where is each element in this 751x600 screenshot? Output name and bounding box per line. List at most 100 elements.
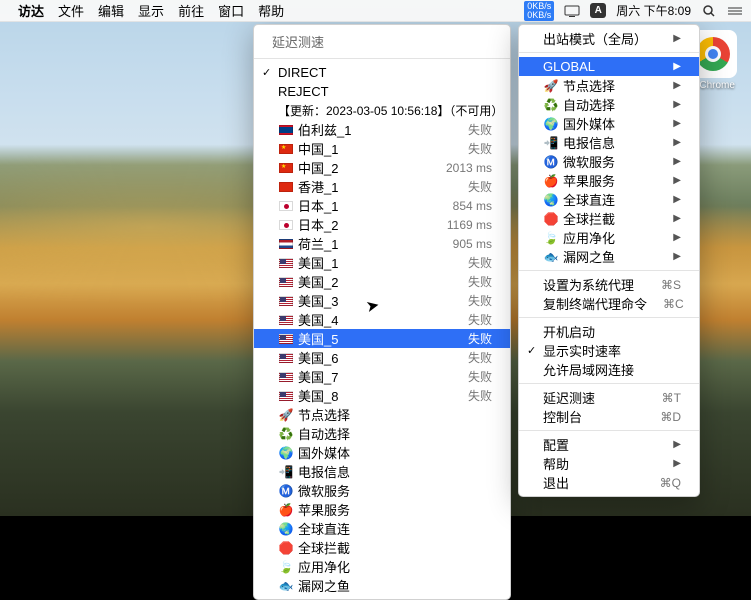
flag-icon bbox=[278, 275, 294, 289]
menu-item-lan[interactable]: 允许局域网连接 bbox=[519, 360, 699, 379]
server-item[interactable]: 美国_5失败 bbox=[254, 329, 510, 348]
group-item[interactable]: 📲电报信息 bbox=[254, 462, 510, 481]
checkmark-icon: ✓ bbox=[262, 66, 271, 79]
group-label: 全球拦截 bbox=[298, 538, 492, 557]
menu-item-boot[interactable]: 开机启动 bbox=[519, 322, 699, 341]
group-item[interactable]: 🌏全球直连▶ bbox=[519, 190, 699, 209]
menu-item-global[interactable]: GLOBAL ▶ bbox=[519, 57, 699, 76]
menu-item-label: DIRECT bbox=[278, 65, 492, 80]
menu-item-console[interactable]: 控制台 ⌘D bbox=[519, 407, 699, 426]
group-icon: 🌍 bbox=[543, 117, 559, 131]
server-item[interactable]: 美国_6失败 bbox=[254, 348, 510, 367]
group-item[interactable]: 🐟漏网之鱼▶ bbox=[519, 247, 699, 266]
server-meta: 905 ms bbox=[453, 237, 492, 251]
server-item[interactable]: 荷兰_1 905 ms bbox=[254, 234, 510, 253]
server-label: 伯利兹_1 bbox=[298, 120, 448, 139]
separator bbox=[519, 430, 699, 431]
menu-item-update[interactable]: 【更新：2023-03-05 10:56:18】（不可用） 失败 bbox=[254, 101, 510, 120]
menu-item-config[interactable]: 配置 ▶ bbox=[519, 435, 699, 454]
server-meta: 失败 bbox=[468, 311, 492, 328]
server-meta: 失败 bbox=[468, 121, 492, 138]
server-item[interactable]: 美国_2失败 bbox=[254, 272, 510, 291]
server-item[interactable]: 美国_8失败 bbox=[254, 386, 510, 405]
shortcut: ⌘T bbox=[662, 391, 681, 405]
menu-item-realtime[interactable]: ✓ 显示实时速率 bbox=[519, 341, 699, 360]
menubar-item[interactable]: 编辑 bbox=[98, 4, 124, 19]
group-item[interactable]: Ⓜ️微软服务▶ bbox=[519, 152, 699, 171]
spotlight-icon[interactable] bbox=[701, 4, 717, 18]
group-item[interactable]: 🍃应用净化 bbox=[254, 557, 510, 576]
group-label: 节点选择 bbox=[298, 405, 492, 424]
menu-item-outbound[interactable]: 出站模式（全局） ▶ bbox=[519, 29, 699, 48]
server-item[interactable]: 伯利兹_1 失败 bbox=[254, 120, 510, 139]
server-item[interactable]: 美国_1失败 bbox=[254, 253, 510, 272]
network-speed-badge[interactable]: 0KB/s 0KB/s bbox=[524, 1, 554, 21]
server-item[interactable]: 美国_3失败 bbox=[254, 291, 510, 310]
group-item[interactable]: ♻️自动选择 bbox=[254, 424, 510, 443]
menu-item-label: 退出 bbox=[543, 473, 644, 492]
menu-item-label: 帮助 bbox=[543, 454, 657, 473]
server-item[interactable]: 中国_22013 ms bbox=[254, 158, 510, 177]
menu-item-label: 设置为系统代理 bbox=[543, 275, 645, 294]
menubar-item[interactable]: 访达 bbox=[18, 4, 44, 19]
menu-item-label: 配置 bbox=[543, 435, 657, 454]
group-label: 节点选择 bbox=[563, 76, 657, 95]
menubar-item[interactable]: 文件 bbox=[58, 4, 84, 19]
display-icon[interactable] bbox=[564, 4, 580, 18]
group-item[interactable]: 🛑全球拦截 bbox=[254, 538, 510, 557]
group-item[interactable]: 🚀节点选择 bbox=[254, 405, 510, 424]
group-icon: 🛑 bbox=[543, 212, 559, 226]
group-item[interactable]: 🛑全球拦截▶ bbox=[519, 209, 699, 228]
menu-item-sys-proxy[interactable]: 设置为系统代理 ⌘S bbox=[519, 275, 699, 294]
group-item[interactable]: 🐟漏网之鱼 bbox=[254, 576, 510, 595]
group-item[interactable]: 🌏全球直连 bbox=[254, 519, 510, 538]
menubar-item[interactable]: 前往 bbox=[178, 4, 204, 19]
menu-item-help[interactable]: 帮助 ▶ bbox=[519, 454, 699, 473]
group-label: 电报信息 bbox=[298, 462, 492, 481]
input-source-icon[interactable]: A bbox=[590, 3, 606, 18]
clock[interactable]: 周六 下午8:09 bbox=[616, 2, 691, 19]
group-item[interactable]: 📲电报信息▶ bbox=[519, 133, 699, 152]
chevron-right-icon: ▶ bbox=[673, 156, 681, 167]
group-item[interactable]: 🚀节点选择▶ bbox=[519, 76, 699, 95]
server-item[interactable]: 日本_1854 ms bbox=[254, 196, 510, 215]
group-item[interactable]: 🌍国外媒体 bbox=[254, 443, 510, 462]
group-label: 国外媒体 bbox=[563, 114, 657, 133]
group-item[interactable]: 🍃应用净化▶ bbox=[519, 228, 699, 247]
server-item[interactable]: 香港_1失败 bbox=[254, 177, 510, 196]
server-item[interactable]: 中国_1失败 bbox=[254, 139, 510, 158]
separator bbox=[254, 58, 510, 59]
menu-item-latency[interactable]: 延迟测速 ⌘T bbox=[519, 388, 699, 407]
group-item[interactable]: ♻️自动选择▶ bbox=[519, 95, 699, 114]
server-item[interactable]: 日本_21169 ms bbox=[254, 215, 510, 234]
menu-item-reject[interactable]: REJECT bbox=[254, 82, 510, 101]
control-center-icon[interactable] bbox=[727, 4, 743, 18]
server-label: 荷兰_1 bbox=[298, 234, 433, 253]
latency-menu: 延迟测速 ✓ DIRECT REJECT 【更新：2023-03-05 10:5… bbox=[253, 24, 511, 600]
menu-item-label: 延迟测速 bbox=[543, 388, 646, 407]
menu-item-direct[interactable]: ✓ DIRECT bbox=[254, 63, 510, 82]
group-item[interactable]: 🍎苹果服务▶ bbox=[519, 171, 699, 190]
net-down: 0KB/s bbox=[527, 11, 551, 20]
group-icon: 🚀 bbox=[543, 79, 559, 93]
menubar-item[interactable]: 窗口 bbox=[218, 4, 244, 19]
menu-item-quit[interactable]: 退出 ⌘Q bbox=[519, 473, 699, 492]
server-label: 美国_2 bbox=[298, 272, 448, 291]
group-item[interactable]: 🍎苹果服务 bbox=[254, 500, 510, 519]
group-label: 苹果服务 bbox=[298, 500, 492, 519]
chevron-right-icon: ▶ bbox=[673, 99, 681, 110]
app-menu: 出站模式（全局） ▶ GLOBAL ▶ 🚀节点选择▶♻️自动选择▶🌍国外媒体▶📲… bbox=[518, 24, 700, 497]
group-icon: Ⓜ️ bbox=[543, 155, 559, 169]
group-icon: 🌏 bbox=[543, 193, 559, 207]
group-icon: 🍃 bbox=[278, 560, 294, 574]
menu-item-copy-cmd[interactable]: 复制终端代理命令 ⌘C bbox=[519, 294, 699, 313]
group-item[interactable]: Ⓜ️微软服务 bbox=[254, 481, 510, 500]
server-item[interactable]: 美国_7失败 bbox=[254, 367, 510, 386]
menubar-item[interactable]: 帮助 bbox=[258, 4, 284, 19]
server-item[interactable]: 美国_4失败 bbox=[254, 310, 510, 329]
shortcut: ⌘D bbox=[660, 410, 681, 424]
menubar-item[interactable]: 显示 bbox=[138, 4, 164, 19]
group-icon: 🍎 bbox=[543, 174, 559, 188]
group-label: 漏网之鱼 bbox=[298, 576, 492, 595]
group-item[interactable]: 🌍国外媒体▶ bbox=[519, 114, 699, 133]
